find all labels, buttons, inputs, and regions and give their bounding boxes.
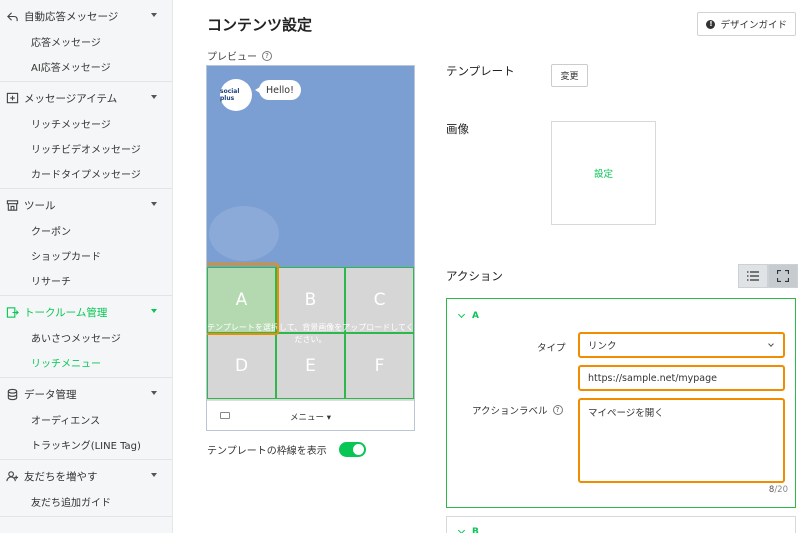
caret-icon <box>151 13 157 17</box>
menu-bar-label[interactable]: メニュー ▾ <box>207 411 414 423</box>
nav-item-rich-menu[interactable]: リッチメニュー <box>0 350 172 375</box>
nav-group-talkroom: トークルーム管理 あいさつメッセージ リッチメニュー <box>0 296 172 378</box>
selected-cell-highlight <box>207 263 279 335</box>
help-icon[interactable]: ? <box>552 405 563 415</box>
rich-menu-cell-c[interactable]: C <box>345 267 414 333</box>
user-add-icon <box>5 470 19 484</box>
nav-item-research[interactable]: リサーチ <box>0 268 172 293</box>
action-section-b-toggle[interactable]: B <box>457 526 479 533</box>
nav-head-tools[interactable]: ツール <box>0 193 172 218</box>
help-icon[interactable]: ? <box>262 50 272 61</box>
design-guide-button[interactable]: ! デザインガイド <box>697 12 796 36</box>
chat-bubble: Hello! <box>255 80 301 100</box>
template-border-toggle-row: テンプレートの枠線を表示 <box>207 442 366 457</box>
list-icon <box>747 271 759 281</box>
caret-icon <box>151 309 157 313</box>
background-decoration <box>209 206 279 261</box>
expand-view-button[interactable] <box>768 264 798 288</box>
account-logo: social plus <box>220 79 252 111</box>
shop-icon <box>5 199 19 213</box>
action-section-b-title: B <box>472 527 479 533</box>
image-set-button[interactable]: 設定 <box>551 121 656 225</box>
chat-footer: メニュー ▾ <box>207 400 414 430</box>
url-input-value: https://sample.net/mypage <box>588 372 718 384</box>
nav-item-rich-message[interactable]: リッチメッセージ <box>0 111 172 136</box>
nav-head-label: メッセージアイテム <box>24 93 118 105</box>
action-label-text: アクションラベル <box>472 406 548 417</box>
template-border-toggle[interactable] <box>338 442 366 457</box>
design-guide-label: デザインガイド <box>720 20 787 31</box>
nav-group-message-items: メッセージアイテム リッチメッセージ リッチビデオメッセージ カードタイプメッセ… <box>0 82 172 189</box>
caret-icon <box>151 202 157 206</box>
info-icon: ! <box>706 19 716 29</box>
nav-head-friends[interactable]: 友だちを増やす <box>0 464 172 489</box>
nav-item-ai-reply[interactable]: AI応答メッセージ <box>0 54 172 79</box>
template-border-label: テンプレートの枠線を表示 <box>207 446 327 457</box>
nav-item-shop-card[interactable]: ショップカード <box>0 243 172 268</box>
nav-head-label: データ管理 <box>24 389 77 401</box>
type-label: タイプ <box>537 343 566 354</box>
talkroom-icon <box>5 306 19 320</box>
nav-head-label: トークルーム管理 <box>24 307 108 319</box>
rich-menu-cell-d[interactable]: D <box>207 333 276 399</box>
reply-icon <box>5 10 19 24</box>
action-label: アクション <box>446 269 503 283</box>
nav-head-label: ツール <box>24 200 56 212</box>
action-label-field-label: アクションラベル ? <box>472 403 563 417</box>
sidebar: 自動応答メッセージ 応答メッセージ AI応答メッセージ メッセージアイテム リッ… <box>0 0 173 533</box>
expand-icon <box>777 270 789 282</box>
caret-icon <box>151 95 157 99</box>
action-label-textarea[interactable]: マイページを開く <box>578 398 785 483</box>
action-label-value: マイページを開く <box>588 408 664 419</box>
nav-head-auto-reply[interactable]: 自動応答メッセージ <box>0 4 172 29</box>
nav-item-coupon[interactable]: クーポン <box>0 218 172 243</box>
nav-head-label: 自動応答メッセージ <box>24 11 119 23</box>
nav-item-card-message[interactable]: カードタイプメッセージ <box>0 161 172 186</box>
nav-group-tools: ツール クーポン ショップカード リサーチ <box>0 189 172 296</box>
nav-item-tracking[interactable]: トラッキング(LINE Tag) <box>0 432 172 457</box>
main-content: コンテンツ設定 ! デザインガイド プレビュー ? social plus He… <box>174 0 800 533</box>
nav-item-greeting[interactable]: あいさつメッセージ <box>0 325 172 350</box>
preview-phone: social plus Hello! A B C D E F テンプレートを選択… <box>206 65 415 431</box>
action-panel-b: B <box>446 516 796 533</box>
nav-head-label: 友だちを増やす <box>24 471 98 483</box>
nav-group-friends: 友だちを増やす 友だち追加ガイド <box>0 460 172 517</box>
nav-head-message-items[interactable]: メッセージアイテム <box>0 86 172 111</box>
message-add-icon <box>5 92 19 106</box>
nav-item-audience[interactable]: オーディエンス <box>0 407 172 432</box>
char-counter-max: /20 <box>774 485 788 495</box>
action-section-a-toggle[interactable]: A <box>457 310 479 321</box>
url-input[interactable]: https://sample.net/mypage <box>578 365 785 391</box>
nav-item-rich-video[interactable]: リッチビデオメッセージ <box>0 136 172 161</box>
database-icon <box>5 388 19 402</box>
rich-menu-cell-e[interactable]: E <box>276 333 345 399</box>
type-select[interactable]: リンク <box>578 332 785 358</box>
list-view-button[interactable] <box>738 264 768 288</box>
page-title: コンテンツ設定 <box>207 16 313 34</box>
nav-head-talkroom[interactable]: トークルーム管理 <box>0 300 172 325</box>
char-counter: 8/20 <box>769 485 788 495</box>
nav-group-data: データ管理 オーディエンス トラッキング(LINE Tag) <box>0 378 172 460</box>
chevron-down-icon <box>457 526 466 533</box>
preview-label-text: プレビュー <box>207 52 257 63</box>
action-panel-a: A タイプ リンク https://sample.net/mypage アクショ… <box>446 298 796 508</box>
action-section-a-title: A <box>472 311 479 321</box>
caret-icon <box>151 391 157 395</box>
preview-label: プレビュー ? <box>207 48 272 63</box>
image-label: 画像 <box>446 122 469 136</box>
template-label: テンプレート <box>446 64 515 78</box>
caret-icon <box>151 473 157 477</box>
nav-head-data[interactable]: データ管理 <box>0 382 172 407</box>
chevron-down-icon <box>457 310 466 319</box>
view-toggle <box>738 264 798 288</box>
rich-menu-cell-f[interactable]: F <box>345 333 414 399</box>
type-select-value: リンク <box>588 341 617 352</box>
nav-item-friend-guide[interactable]: 友だち追加ガイド <box>0 489 172 514</box>
chevron-down-icon <box>768 341 774 347</box>
nav-group-auto-reply: 自動応答メッセージ 応答メッセージ AI応答メッセージ <box>0 0 172 82</box>
nav-item-reply-message[interactable]: 応答メッセージ <box>0 29 172 54</box>
template-change-button[interactable]: 変更 <box>551 64 588 87</box>
rich-menu-cell-b[interactable]: B <box>276 267 345 333</box>
